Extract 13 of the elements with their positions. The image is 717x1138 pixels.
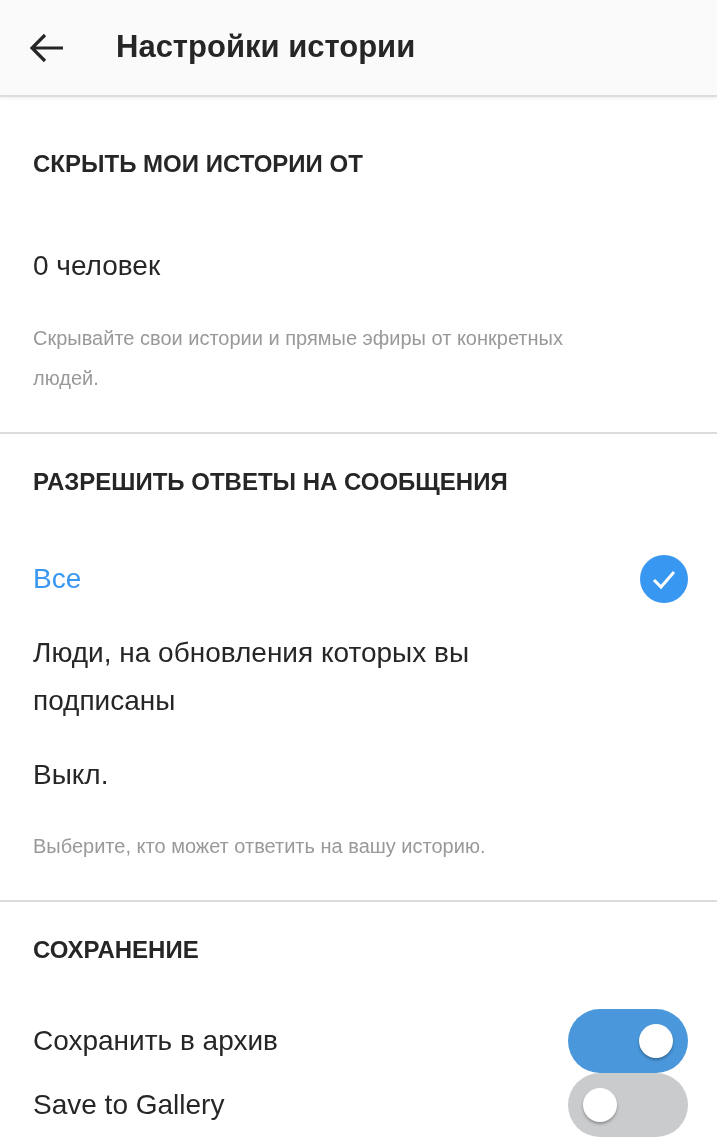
hint-text: Скрывайте свои истории и прямые эфиры от конкретных людей. — [33, 326, 563, 391]
section-heading: РАЗРЕШИТЬ ОТВЕТЫ НА СООБЩЕНИЯ — [33, 467, 509, 497]
section-heading: СКРЫТЬ МОИ ИСТОРИИ ОТ — [33, 149, 364, 179]
toggle-label: Сохранить в архив — [33, 1024, 278, 1058]
option-item[interactable]: Люди, на обновления которых вы подписаны — [33, 629, 593, 725]
setting-value[interactable]: 0 человек — [33, 242, 688, 290]
option-item[interactable]: Выкл. — [33, 751, 109, 799]
toggle-label: Save to Gallery — [33, 1088, 225, 1122]
page-title: Настройки истории — [116, 28, 416, 67]
section-heading: СОХРАНЕНИЕ — [33, 935, 200, 965]
hint-text: Выберите, кто может ответить на вашу историю. — [33, 834, 487, 859]
back-icon[interactable] — [30, 32, 64, 63]
check-icon — [640, 555, 688, 603]
